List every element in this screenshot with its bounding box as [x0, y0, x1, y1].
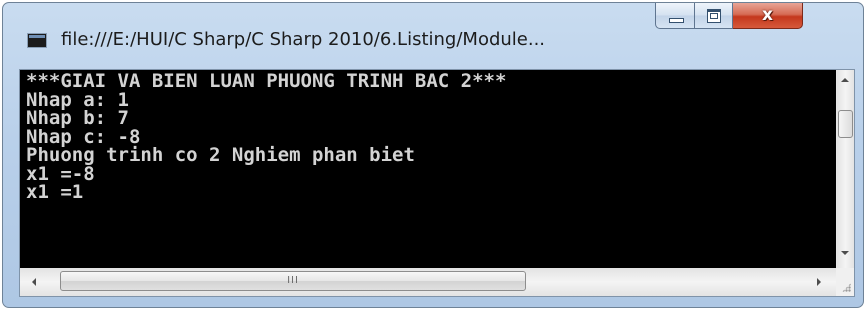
console-app-icon[interactable] — [27, 33, 47, 48]
console-line: x1 =1 — [26, 181, 84, 203]
console-line: ***GIAI VA BIEN LUAN PHUONG TRINH BAC 2*… — [26, 70, 507, 92]
right-arrow-icon — [817, 278, 821, 286]
horizontal-scrollbar[interactable]: III — [20, 268, 836, 296]
thumb-grip-icon: III — [287, 275, 299, 286]
horizontal-scroll-thumb[interactable]: III — [60, 271, 526, 291]
title-bar[interactable]: file:///E:/HUI/C Sharp/C Sharp 2010/6.Li… — [3, 3, 863, 69]
console-line: Nhap b: 7 — [26, 107, 129, 129]
minimize-icon — [669, 18, 684, 23]
left-arrow-icon — [32, 278, 36, 286]
console-line: x1 =-8 — [26, 162, 95, 185]
scrollbar-corner — [836, 268, 854, 296]
console-line: Nhap a: 1 — [26, 88, 129, 111]
minimize-button[interactable] — [655, 3, 695, 29]
console-window: file:///E:/HUI/C Sharp/C Sharp 2010/6.Li… — [2, 2, 864, 308]
scroll-down-button[interactable] — [837, 244, 854, 261]
close-button[interactable]: x — [733, 3, 803, 29]
up-arrow-icon — [841, 78, 849, 82]
scroll-up-button[interactable] — [837, 72, 854, 89]
console-output[interactable]: ***GIAI VA BIEN LUAN PHUONG TRINH BAC 2*… — [20, 70, 836, 268]
scroll-left-button[interactable] — [26, 273, 43, 290]
maximize-button[interactable] — [695, 3, 733, 29]
close-icon: x — [762, 5, 773, 25]
console-line: Phuong trinh co 2 Nghiem phan biet — [26, 144, 415, 166]
window-title: file:///E:/HUI/C Sharp/C Sharp 2010/6.Li… — [61, 29, 546, 50]
vertical-scrollbar[interactable] — [836, 70, 854, 268]
vertical-scroll-thumb[interactable] — [838, 110, 853, 138]
console-lines: ***GIAI VA BIEN LUAN PHUONG TRINH BAC 2*… — [20, 70, 836, 202]
console-client-area: ***GIAI VA BIEN LUAN PHUONG TRINH BAC 2*… — [19, 69, 855, 297]
maximize-icon — [707, 9, 721, 23]
resize-grip-icon[interactable] — [842, 283, 851, 292]
caption-buttons: x — [655, 3, 803, 29]
down-arrow-icon — [841, 251, 849, 255]
scroll-right-button[interactable] — [810, 273, 827, 290]
